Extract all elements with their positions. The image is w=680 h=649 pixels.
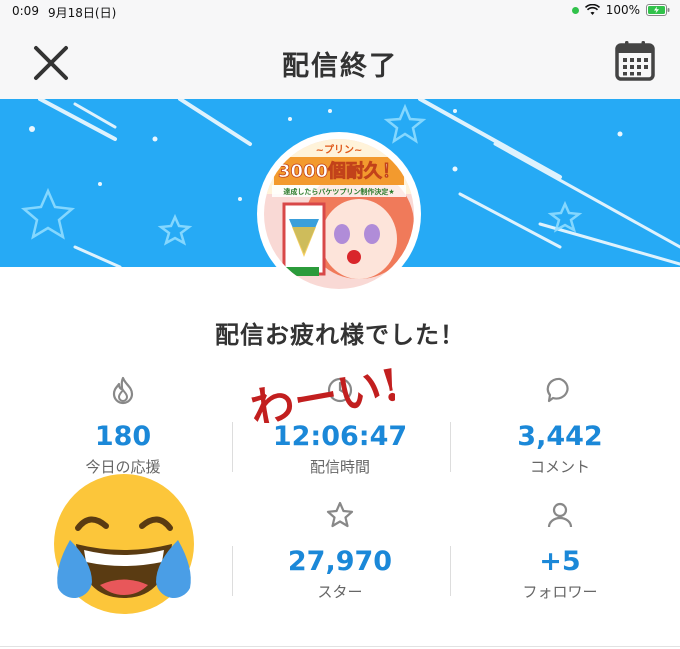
status-time: 0:09 bbox=[12, 4, 39, 18]
stat-label: 配信時間 bbox=[309, 458, 370, 476]
handwritten-text: わーい! bbox=[247, 363, 395, 423]
stat-label: コメント bbox=[529, 458, 590, 476]
top-bar: 配信終了 bbox=[0, 22, 680, 99]
handwritten-text-overlay: わーい! bbox=[247, 363, 395, 423]
status-date: 9月18日(日) bbox=[48, 6, 117, 20]
stat-label: フォロワー bbox=[522, 583, 598, 601]
flame-icon bbox=[112, 376, 134, 405]
stat-label: スター bbox=[317, 583, 363, 601]
status-right: 100% bbox=[571, 3, 670, 17]
person-icon bbox=[547, 502, 573, 528]
avatar-text-line2: 3000個耐久！ bbox=[278, 160, 400, 182]
streamer-avatar[interactable]: ~プリン~ 3000個耐久！ 達成したらバケツプリン制作決定★ bbox=[259, 134, 419, 294]
stat-comments: 3,442 コメント bbox=[447, 375, 673, 477]
comment-icon bbox=[546, 377, 569, 403]
avatar-image: ~プリン~ 3000個耐久！ 達成したらバケツプリン制作決定★ bbox=[264, 139, 414, 289]
stat-value: 3,442 bbox=[517, 421, 603, 452]
stat-followers: +5 フォロワー bbox=[447, 500, 673, 602]
bottom-divider bbox=[0, 646, 680, 647]
calendar-icon bbox=[615, 41, 655, 81]
wifi-icon bbox=[584, 4, 600, 15]
star-icon bbox=[326, 501, 354, 528]
status-bar: 0:09 9月18日(日) 100% bbox=[0, 0, 680, 22]
battery-charging-icon bbox=[646, 4, 670, 16]
thanks-message: 配信お疲れ様でした！ bbox=[215, 321, 465, 349]
avatar-illustration: ~プリン~ 3000個耐久！ 達成したらバケツプリン制作決定★ bbox=[264, 139, 414, 289]
stat-stars: 27,970 スター bbox=[227, 500, 453, 602]
stat-value: 180 bbox=[94, 421, 152, 452]
activity-dot-icon bbox=[571, 6, 579, 14]
stat-value: 27,970 bbox=[287, 546, 393, 577]
stat-cheers: 180 今日の応援 bbox=[10, 375, 236, 477]
avatar-text-line3: 達成したらバケツプリン制作決定★ bbox=[283, 187, 394, 196]
avatar-text-line1: ~プリン~ bbox=[316, 143, 363, 156]
stat-value: +5 bbox=[539, 546, 581, 577]
calendar-button[interactable] bbox=[612, 38, 658, 84]
battery-percent: 100% bbox=[605, 3, 640, 17]
laughing-emoji-icon bbox=[54, 474, 194, 614]
stat-value: 12:06:47 bbox=[272, 421, 408, 452]
page-title: 配信終了 bbox=[282, 51, 398, 82]
